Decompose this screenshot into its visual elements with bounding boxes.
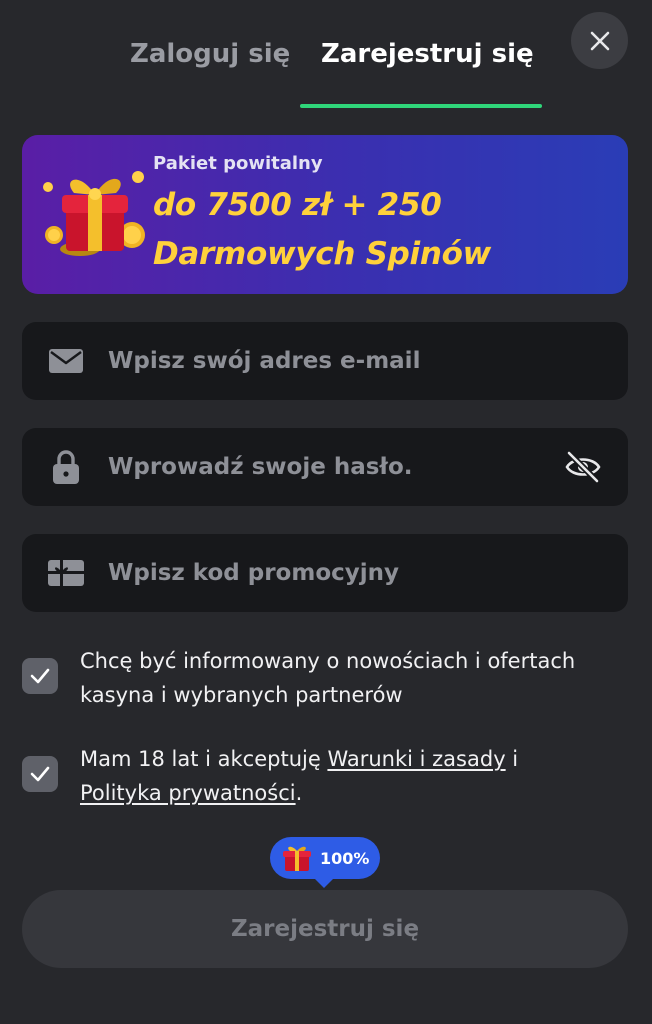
register-screen: Zaloguj się Zarejestruj się Pakiet powit… xyxy=(0,0,652,1024)
promo-kicker: Pakiet powitalny xyxy=(153,153,323,174)
lock-icon xyxy=(48,450,84,484)
terms-middle: i xyxy=(505,747,519,771)
register-submit-button[interactable]: Zarejestruj się xyxy=(22,890,628,968)
terms-prefix: Mam 18 lat i akceptuję xyxy=(80,747,328,771)
email-input[interactable] xyxy=(108,322,548,400)
password-input[interactable] xyxy=(108,428,548,506)
envelope-icon xyxy=(48,344,84,378)
gift-card-icon xyxy=(48,556,84,590)
tab-login[interactable]: Zaloguj się xyxy=(130,34,290,74)
checkmark-icon xyxy=(30,766,50,782)
password-visibility-toggle[interactable] xyxy=(562,446,604,488)
terms-checkbox[interactable] xyxy=(22,756,58,792)
promo-offer-line-2: Darmowych Spinów xyxy=(153,236,491,272)
tab-register[interactable]: Zarejestruj się xyxy=(321,34,534,74)
terms-link[interactable]: Warunki i zasady xyxy=(327,747,505,771)
eye-off-icon xyxy=(565,450,601,484)
email-field-container xyxy=(22,322,628,400)
welcome-package-banner: Pakiet powitalny do 7500 zł + 250 Darmow… xyxy=(22,135,628,294)
promo-code-input[interactable] xyxy=(108,534,548,612)
bonus-value: 100% xyxy=(320,848,370,868)
gift-box-icon xyxy=(43,171,145,256)
checkmark-icon xyxy=(30,668,50,684)
password-field-container xyxy=(22,428,628,506)
privacy-policy-link[interactable]: Polityka prywatności xyxy=(80,781,296,805)
terms-suffix: . xyxy=(295,781,303,805)
active-tab-indicator xyxy=(300,104,542,108)
newsletter-checkbox[interactable] xyxy=(22,658,58,694)
close-button[interactable] xyxy=(571,12,628,69)
gift-icon xyxy=(283,846,311,871)
bonus-badge: 100% xyxy=(270,837,380,888)
newsletter-consent-text: Chcę być informowany o nowościach i ofer… xyxy=(80,649,576,707)
promo-code-field-container xyxy=(22,534,628,612)
promo-offer-line-1: do 7500 zł + 250 xyxy=(153,187,442,223)
terms-consent-text: Mam 18 lat i akceptuję Warunki i zasady … xyxy=(80,742,620,810)
close-icon xyxy=(590,31,609,50)
